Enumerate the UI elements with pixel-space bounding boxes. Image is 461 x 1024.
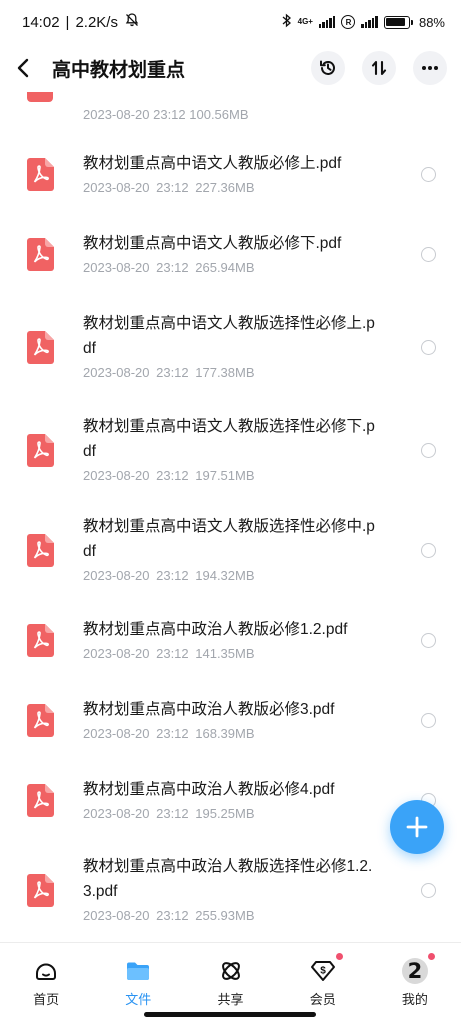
pdf-icon: [27, 92, 53, 102]
file-meta: 2023-08-20 23:12 141.35MB: [83, 645, 255, 661]
pdf-icon: [27, 704, 54, 737]
network-type: 4G+: [297, 17, 313, 26]
nav-label: 会员: [309, 992, 336, 1007]
share-icon: [217, 957, 245, 985]
list-item[interactable]: 教材划重点高中语文人教版选择性必修上.pdf 2023-08-20 23:12 1…: [0, 294, 461, 400]
battery-percent: 88%: [418, 14, 445, 30]
bluetooth-icon: [282, 13, 292, 31]
folder-icon: [124, 957, 152, 985]
select-radio[interactable]: [421, 443, 436, 458]
file-name: 教材划重点高中语文人教版选择性必修中.pdf: [83, 518, 375, 560]
file-name: 教材划重点高中政治人教版必修4.pdf: [83, 780, 335, 798]
file-text: 教材划重点高中语文人教版选择性必修上.pdf 2023-08-20 23:12 1…: [83, 311, 383, 383]
file-meta: 2023-08-20 23:12 265.94MB: [83, 259, 255, 275]
file-meta: 2023-08-20 23:12 255.93MB: [83, 908, 255, 923]
file-text: 教材划重点高中语文人教版选择性必修中.pdf 2023-08-20 23:12 1…: [83, 514, 383, 586]
back-button[interactable]: [16, 52, 44, 84]
pdf-icon: [27, 331, 54, 364]
list-item[interactable]: 教材划重点高中政治人教版必修3.pdf 2023-08-20 23:12 168.…: [0, 680, 461, 760]
pdf-icon: [27, 238, 54, 271]
file-meta: 2023-08-20 23:12 177.38MB: [83, 365, 255, 380]
pdf-icon: [27, 874, 54, 907]
file-name: 教材划重点高中政治人教版必修3.pdf: [83, 700, 335, 718]
select-radio[interactable]: [421, 167, 436, 182]
file-meta: 2023-08-20 23:12 168.39MB: [83, 725, 255, 741]
list-item-partial[interactable]: 2023-08-20 23:12 100.56MB: [0, 92, 461, 134]
avatar: 2: [401, 958, 428, 984]
nav-label: 首页: [33, 992, 60, 1007]
pdf-icon: [27, 158, 54, 191]
list-item[interactable]: 教材划重点高中政治人教版选择性必修1.2.3.pdf 2023-08-20 23:…: [0, 840, 461, 940]
notification-dot: [427, 953, 435, 960]
list-item[interactable]: 教材划重点高中语文人教版选择性必修中.pdf 2023-08-20 23:12 1…: [0, 500, 461, 600]
file-name: 教材划重点高中政治人教版必修1.2.pdf: [83, 620, 348, 638]
notification-dot: [335, 953, 343, 960]
signal-icon: [318, 16, 336, 28]
file-text: 教材划重点高中政治人教版选择性必修1.2.3.pdf 2023-08-20 23:…: [83, 854, 383, 926]
header: 高中教材划重点: [0, 44, 461, 92]
page-title: 高中教材划重点: [52, 59, 186, 81]
file-meta: 2023-08-20 23:12 195.25MB: [83, 805, 255, 821]
bell-muted-icon: [124, 12, 140, 32]
status-time: 14:02: [22, 13, 60, 31]
select-radio[interactable]: [421, 883, 436, 898]
history-button[interactable]: [311, 51, 345, 85]
back-icon: [17, 58, 29, 78]
list-item[interactable]: 教材划重点高中语文人教版必修上.pdf 2023-08-20 23:12 227.…: [0, 134, 461, 214]
avatar-wrap: 2: [401, 953, 435, 985]
select-radio[interactable]: [421, 247, 436, 262]
nav-label: 文件: [125, 992, 152, 1007]
home-indicator: [144, 1012, 316, 1017]
plus-icon: [406, 816, 428, 838]
pdf-icon: [27, 784, 54, 817]
sort-button[interactable]: [362, 51, 396, 85]
more-icon: [422, 66, 438, 70]
more-button[interactable]: [413, 51, 447, 85]
status-left: 14:02 | 2.2K/s: [22, 12, 140, 32]
select-radio[interactable]: [421, 543, 436, 558]
select-radio[interactable]: [421, 633, 436, 648]
nav-label: 我的: [401, 992, 428, 1007]
vip-icon: $: [309, 953, 343, 985]
history-icon: [320, 60, 335, 75]
file-text: 教材划重点高中政治人教版必修4.pdf 2023-08-20 23:12 195.…: [83, 777, 383, 824]
file-list: 2023-08-20 23:12 100.56MB 教材划重点高中语文人教版必修…: [0, 92, 461, 940]
file-meta: 2023-08-20 23:12 100.56MB: [83, 107, 249, 122]
file-text: 教材划重点高中语文人教版选择性必修下.pdf 2023-08-20 23:12 1…: [83, 414, 383, 486]
pdf-icon: [27, 624, 54, 657]
nav-item-home[interactable]: 首页: [0, 943, 92, 1024]
list-item[interactable]: 教材划重点高中政治人教版必修1.2.pdf 2023-08-20 23:12 14…: [0, 600, 461, 680]
file-name: 教材划重点高中政治人教版选择性必修1.2.3.pdf: [83, 858, 373, 900]
file-text: 教材划重点高中语文人教版必修上.pdf 2023-08-20 23:12 227.…: [83, 151, 383, 198]
file-text: 教材划重点高中政治人教版必修1.2.pdf 2023-08-20 23:12 14…: [83, 617, 383, 664]
file-meta: 2023-08-20 23:12 227.36MB: [83, 179, 255, 195]
file-name: 教材划重点高中语文人教版选择性必修上.pdf: [83, 315, 375, 357]
file-text: 教材划重点高中语文人教版必修下.pdf 2023-08-20 23:12 265.…: [83, 231, 383, 278]
battery-icon: [383, 15, 413, 29]
status-separator: |: [65, 13, 70, 31]
nav-label: 共享: [217, 992, 244, 1007]
list-item[interactable]: 教材划重点高中语文人教版选择性必修下.pdf 2023-08-20 23:12 1…: [0, 400, 461, 500]
home-icon: [32, 957, 60, 985]
file-name: 教材划重点高中语文人教版必修下.pdf: [83, 234, 342, 252]
file-meta: 2023-08-20 23:12 197.51MB: [83, 468, 255, 483]
file-text: 教材划重点高中政治人教版必修3.pdf 2023-08-20 23:12 168.…: [83, 697, 383, 744]
signal-icon-2: [361, 16, 378, 28]
file-name: 教材划重点高中语文人教版选择性必修下.pdf: [83, 418, 375, 460]
pdf-icon: [27, 534, 54, 567]
select-radio[interactable]: [421, 340, 436, 355]
nav-item-me[interactable]: 2 我的: [369, 943, 461, 1024]
list-item[interactable]: 教材划重点高中语文人教版必修下.pdf 2023-08-20 23:12 265.…: [0, 214, 461, 294]
pdf-icon: [27, 434, 54, 467]
file-meta: 2023-08-20 23:12 194.32MB: [83, 568, 255, 583]
svg-text:$: $: [320, 966, 326, 977]
status-speed: 2.2K/s: [75, 13, 118, 31]
registered-icon: R: [341, 15, 356, 29]
add-button[interactable]: [390, 800, 444, 854]
file-name: 教材划重点高中语文人教版必修上.pdf: [83, 154, 342, 172]
sort-icon: [371, 60, 387, 76]
select-radio[interactable]: [421, 713, 436, 728]
status-bar: 14:02 | 2.2K/s 4G+ R 88%: [0, 0, 461, 44]
status-right: 4G+ R 88%: [282, 13, 445, 31]
